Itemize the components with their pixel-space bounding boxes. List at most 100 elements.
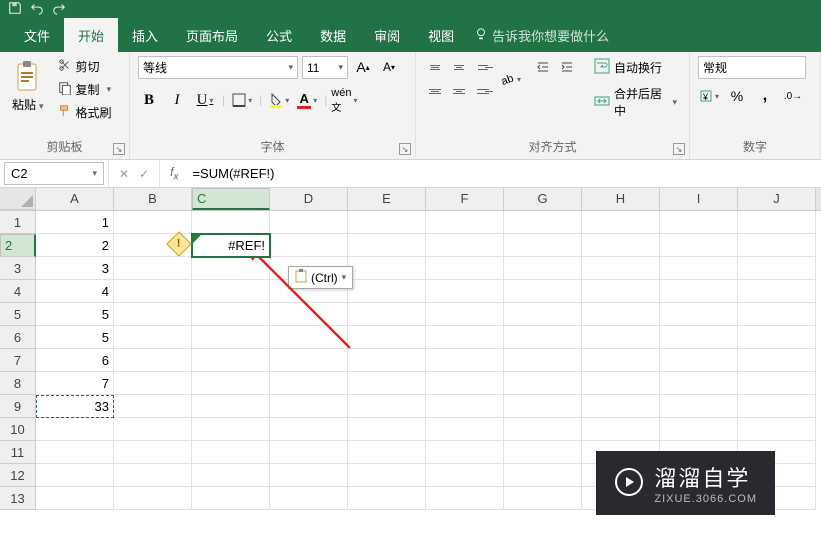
row-header-6[interactable]: 6 — [0, 326, 36, 349]
cell-J2[interactable] — [738, 234, 816, 257]
border-button[interactable] — [231, 89, 253, 111]
col-header-I[interactable]: I — [660, 188, 738, 210]
cell-A3[interactable]: 3 — [36, 257, 114, 280]
cell-G5[interactable] — [504, 303, 582, 326]
cell-D1[interactable] — [270, 211, 348, 234]
formula-input[interactable] — [188, 162, 821, 185]
cell-E12[interactable] — [348, 464, 426, 487]
cell-I4[interactable] — [660, 280, 738, 303]
cell-F2[interactable] — [426, 234, 504, 257]
cell-J5[interactable] — [738, 303, 816, 326]
cell-F11[interactable] — [426, 441, 504, 464]
cell-G6[interactable] — [504, 326, 582, 349]
col-header-H[interactable]: H — [582, 188, 660, 210]
font-launcher[interactable]: ↘ — [399, 143, 411, 155]
cell-D6[interactable] — [270, 326, 348, 349]
fill-color-button[interactable] — [268, 89, 290, 111]
cell-F1[interactable] — [426, 211, 504, 234]
underline-button[interactable]: U — [194, 89, 216, 111]
cell-C10[interactable] — [192, 418, 270, 441]
cell-J4[interactable] — [738, 280, 816, 303]
cell-F6[interactable] — [426, 326, 504, 349]
cell-H4[interactable] — [582, 280, 660, 303]
tab-review[interactable]: 审阅 — [360, 18, 414, 52]
cell-G1[interactable] — [504, 211, 582, 234]
cell-A12[interactable] — [36, 464, 114, 487]
wrap-text-button[interactable]: 自动换行 — [590, 56, 681, 79]
cell-G11[interactable] — [504, 441, 582, 464]
cell-B5[interactable] — [114, 303, 192, 326]
cell-C9[interactable] — [192, 395, 270, 418]
row-header-2[interactable]: 2 — [0, 234, 36, 257]
cell-B3[interactable] — [114, 257, 192, 280]
row-header-3[interactable]: 3 — [0, 257, 36, 280]
cell-H7[interactable] — [582, 349, 660, 372]
decrease-font-icon[interactable]: A▾ — [378, 56, 400, 78]
cell-D10[interactable] — [270, 418, 348, 441]
cell-H6[interactable] — [582, 326, 660, 349]
cell-E8[interactable] — [348, 372, 426, 395]
col-header-A[interactable]: A — [36, 188, 114, 210]
merge-center-button[interactable]: 合并后居中 — [590, 83, 681, 121]
font-color-button[interactable]: A — [296, 89, 318, 111]
row-header-11[interactable]: 11 — [0, 441, 36, 464]
orientation-button[interactable]: ab — [500, 68, 522, 90]
cell-A8[interactable]: 7 — [36, 372, 114, 395]
cell-A7[interactable]: 6 — [36, 349, 114, 372]
cell-I7[interactable] — [660, 349, 738, 372]
tab-file[interactable]: 文件 — [10, 18, 64, 52]
cell-A10[interactable] — [36, 418, 114, 441]
cell-B6[interactable] — [114, 326, 192, 349]
cell-G3[interactable] — [504, 257, 582, 280]
cell-C6[interactable] — [192, 326, 270, 349]
row-header-5[interactable]: 5 — [0, 303, 36, 326]
align-right[interactable] — [472, 80, 494, 102]
cell-C4[interactable] — [192, 280, 270, 303]
cell-A6[interactable]: 5 — [36, 326, 114, 349]
cell-E13[interactable] — [348, 487, 426, 510]
cell-G13[interactable] — [504, 487, 582, 510]
row-header-4[interactable]: 4 — [0, 280, 36, 303]
cell-C8[interactable] — [192, 372, 270, 395]
cell-D7[interactable] — [270, 349, 348, 372]
cell-I10[interactable] — [660, 418, 738, 441]
cell-A5[interactable]: 5 — [36, 303, 114, 326]
paste-options-smarttag[interactable]: (Ctrl) ▾ — [288, 266, 353, 289]
tab-data[interactable]: 数据 — [306, 18, 360, 52]
clipboard-launcher[interactable]: ↘ — [113, 143, 125, 155]
cell-F8[interactable] — [426, 372, 504, 395]
cell-D9[interactable] — [270, 395, 348, 418]
align-top-left[interactable] — [424, 56, 446, 78]
cell-F12[interactable] — [426, 464, 504, 487]
cell-F9[interactable] — [426, 395, 504, 418]
cell-C5[interactable] — [192, 303, 270, 326]
cell-I8[interactable] — [660, 372, 738, 395]
cell-D11[interactable] — [270, 441, 348, 464]
cell-E11[interactable] — [348, 441, 426, 464]
cell-A9[interactable]: 33 — [36, 395, 114, 418]
cell-B1[interactable] — [114, 211, 192, 234]
comma-icon[interactable]: , — [754, 85, 776, 107]
cell-F13[interactable] — [426, 487, 504, 510]
cell-C13[interactable] — [192, 487, 270, 510]
col-header-D[interactable]: D — [270, 188, 348, 210]
cell-F7[interactable] — [426, 349, 504, 372]
fx-icon[interactable]: fx — [160, 165, 188, 182]
cell-B12[interactable] — [114, 464, 192, 487]
cell-I9[interactable] — [660, 395, 738, 418]
cell-B10[interactable] — [114, 418, 192, 441]
cell-H9[interactable] — [582, 395, 660, 418]
cell-F4[interactable] — [426, 280, 504, 303]
accounting-format-icon[interactable]: ¥ — [698, 85, 720, 107]
cell-G12[interactable] — [504, 464, 582, 487]
row-header-8[interactable]: 8 — [0, 372, 36, 395]
col-header-F[interactable]: F — [426, 188, 504, 210]
align-center[interactable] — [448, 80, 470, 102]
cell-C11[interactable] — [192, 441, 270, 464]
increase-font-icon[interactable]: A▴ — [352, 56, 374, 78]
cell-H5[interactable] — [582, 303, 660, 326]
cell-A11[interactable] — [36, 441, 114, 464]
cell-G9[interactable] — [504, 395, 582, 418]
cell-B9[interactable] — [114, 395, 192, 418]
cell-G8[interactable] — [504, 372, 582, 395]
